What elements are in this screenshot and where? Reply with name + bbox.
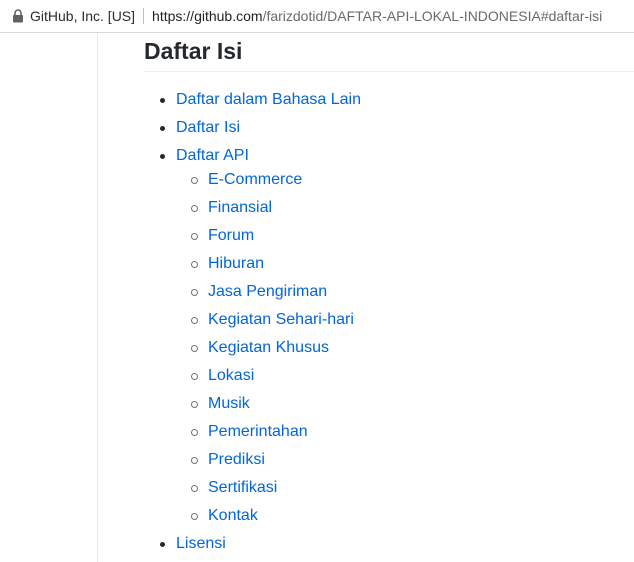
toc-link-lokasi[interactable]: Lokasi (208, 367, 254, 384)
toc-subitem: Prediksi (176, 446, 361, 474)
url-path: /farizdotid/DAFTAR-API-LOKAL-INDONESIA#d… (262, 8, 603, 24)
site-identity[interactable]: GitHub, Inc. [US] (30, 8, 135, 24)
toc-link-daftar-dalam-bahasa-lain[interactable]: Daftar dalam Bahasa Lain (176, 91, 361, 108)
toc-item: Daftar API E-Commerce Finansial Forum Hi… (144, 142, 361, 530)
toc-link-hiburan[interactable]: Hiburan (208, 255, 264, 272)
url-text[interactable]: https://github.com/farizdotid/DAFTAR-API… (152, 8, 602, 24)
toc-subitem: Sertifikasi (176, 474, 361, 502)
readme-content: Daftar Isi Daftar dalam Bahasa Lain Daft… (0, 33, 634, 562)
toc-link-jasa-pengiriman[interactable]: Jasa Pengiriman (208, 283, 327, 300)
toc-subitem: Finansial (176, 194, 361, 222)
toc-link-musik[interactable]: Musik (208, 395, 250, 412)
toc-subitem: Jasa Pengiriman (176, 278, 361, 306)
toc-subitem: Hiburan (176, 250, 361, 278)
toc-item: Daftar dalam Bahasa Lain (144, 86, 361, 114)
toc-link-prediksi[interactable]: Prediksi (208, 451, 265, 468)
toc-item: Lisensi (144, 530, 361, 558)
toc-link-forum[interactable]: Forum (208, 227, 254, 244)
toc-link-kegiatan-khusus[interactable]: Kegiatan Khusus (208, 339, 329, 356)
table-of-contents: Daftar dalam Bahasa Lain Daftar Isi Daft… (144, 86, 361, 558)
toc-link-e-commerce[interactable]: E-Commerce (208, 171, 302, 188)
toc-link-finansial[interactable]: Finansial (208, 199, 272, 216)
toc-sublist-daftar-api: E-Commerce Finansial Forum Hiburan Jasa … (176, 166, 361, 530)
page-heading: Daftar Isi (144, 38, 243, 64)
toc-link-daftar-api[interactable]: Daftar API (176, 147, 249, 164)
lock-icon (12, 9, 24, 23)
toc-subitem: Lokasi (176, 362, 361, 390)
toc-subitem: E-Commerce (176, 166, 361, 194)
toc-link-daftar-isi[interactable]: Daftar Isi (176, 119, 240, 136)
toc-subitem: Forum (176, 222, 361, 250)
content-border (97, 33, 98, 562)
toc-link-sertifikasi[interactable]: Sertifikasi (208, 479, 277, 496)
toc-subitem: Kegiatan Khusus (176, 334, 361, 362)
toc-link-pemerintahan[interactable]: Pemerintahan (208, 423, 308, 440)
toc-subitem: Pemerintahan (176, 418, 361, 446)
toc-link-kontak[interactable]: Kontak (208, 507, 258, 524)
toc-subitem: Musik (176, 390, 361, 418)
toc-subitem: Kegiatan Sehari-hari (176, 306, 361, 334)
address-bar[interactable]: GitHub, Inc. [US] https://github.com/far… (0, 0, 634, 33)
toc-item: Daftar Isi (144, 114, 361, 142)
toc-link-lisensi[interactable]: Lisensi (176, 535, 226, 552)
heading-divider (144, 71, 634, 72)
toc-link-kegiatan-sehari-hari[interactable]: Kegiatan Sehari-hari (208, 311, 354, 328)
toc-subitem: Kontak (176, 502, 361, 530)
address-divider (143, 8, 145, 24)
url-host: https://github.com (152, 8, 263, 24)
